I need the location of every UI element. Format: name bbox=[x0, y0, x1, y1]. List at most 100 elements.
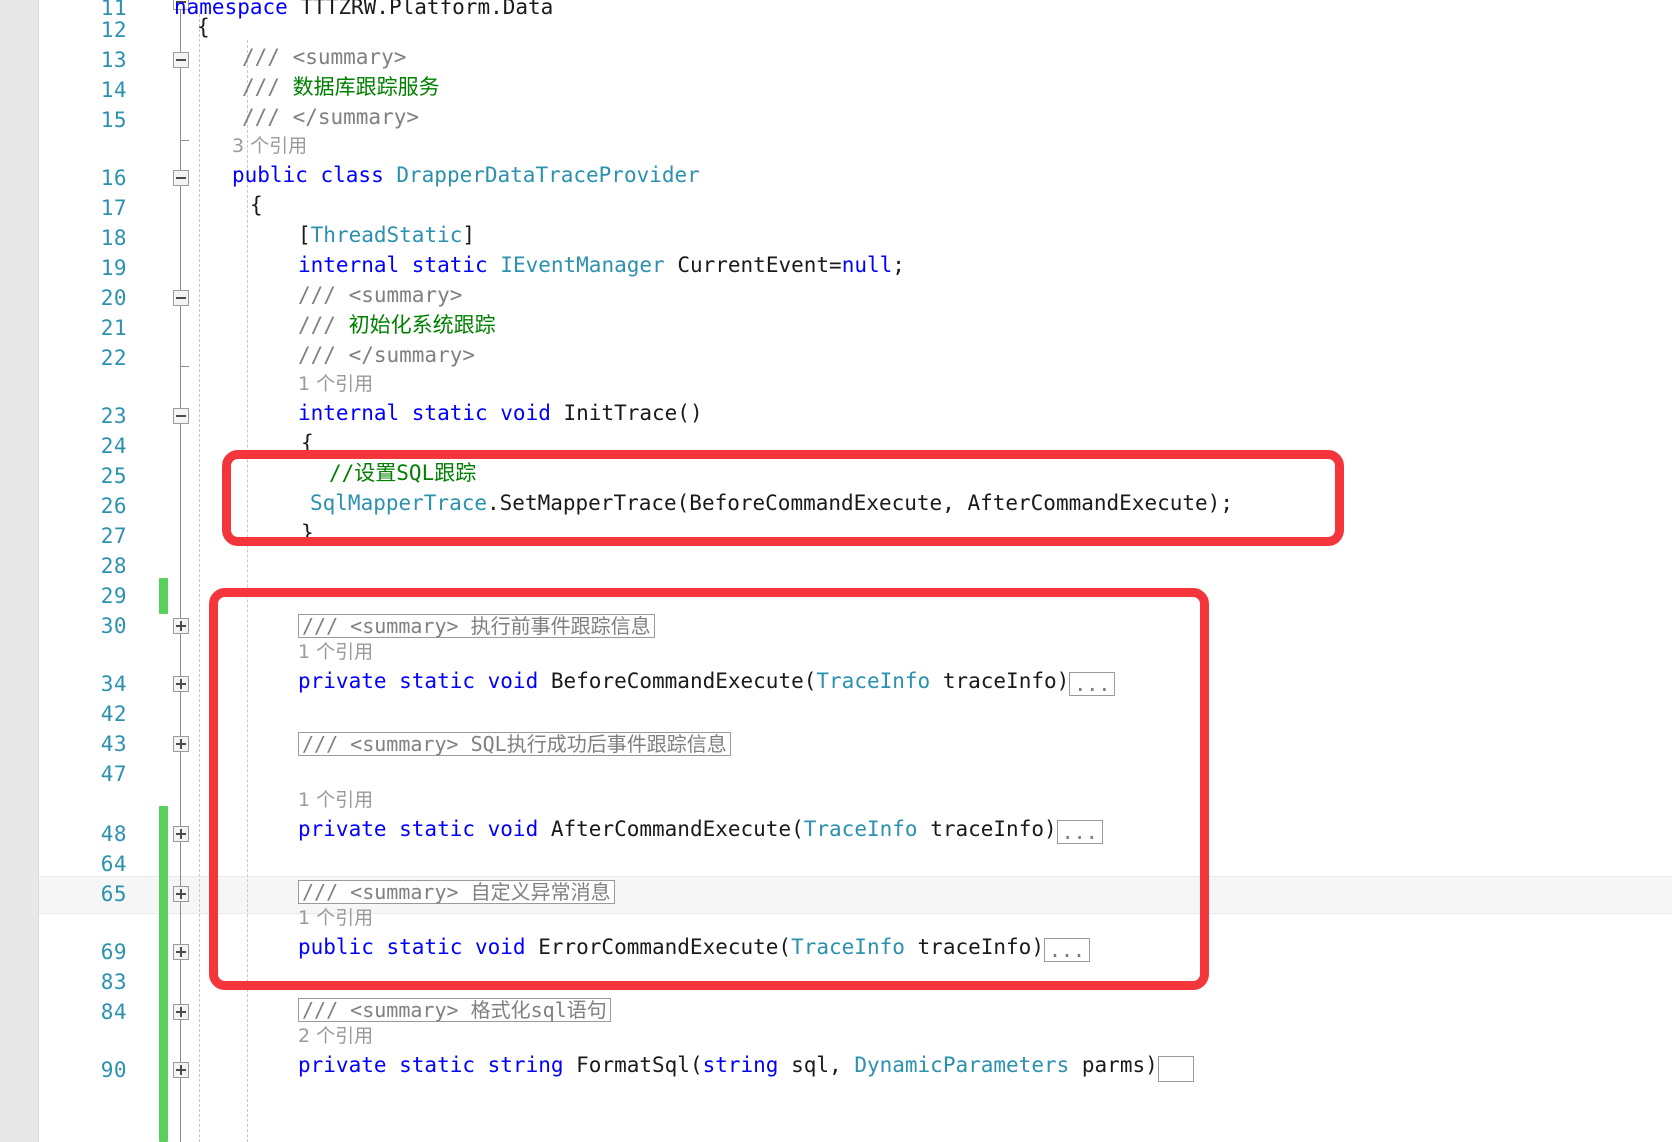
code-token: private static void bbox=[298, 817, 551, 841]
code-token: traceInfo) bbox=[904, 935, 1044, 959]
code-token: 初始化系统跟踪 bbox=[348, 313, 496, 337]
change-bar-line-29 bbox=[159, 578, 168, 614]
fold-toggle-line-84[interactable] bbox=[173, 1004, 189, 1020]
code-line-90[interactable]: private static string FormatSql(string s… bbox=[298, 1054, 1158, 1076]
code-line-18[interactable]: [ThreadStatic] bbox=[298, 224, 475, 246]
codelens-references-line-23[interactable]: 1 个引用 bbox=[298, 374, 373, 394]
code-token: TraceInfo bbox=[791, 935, 905, 959]
code-surface[interactable]: 11 12 13 14 15 16 17 18 19 20 21 22 23 24 25 26 27 28 29 30… bbox=[39, 0, 1672, 1142]
code-line-11[interactable]: namespace TTTZRW.Platform.Data bbox=[174, 0, 553, 18]
code-token: traceInfo) bbox=[917, 817, 1057, 841]
code-line-15[interactable]: /// </summary> bbox=[242, 106, 419, 128]
code-token: namespace bbox=[174, 0, 301, 19]
line-number-42: 42 bbox=[100, 702, 127, 726]
codelens-references-line-90[interactable]: 2 个引用 bbox=[298, 1026, 373, 1046]
code-editor-window: 11 12 13 14 15 16 17 18 19 20 21 22 23 24 25 26 27 28 29 30… bbox=[0, 0, 1672, 1142]
code-token: internal static bbox=[298, 253, 501, 277]
code-line-27[interactable]: } bbox=[301, 522, 314, 544]
code-line-13[interactable]: /// <summary> bbox=[242, 46, 406, 68]
line-number-48: 48 bbox=[100, 822, 127, 846]
code-line-12[interactable]: { bbox=[197, 16, 210, 38]
code-line-22[interactable]: /// </summary> bbox=[298, 344, 475, 366]
code-token: parms) bbox=[1069, 1053, 1158, 1077]
fold-toggle-line-16[interactable] bbox=[173, 170, 189, 186]
code-token: TraceInfo bbox=[816, 669, 931, 693]
outline-region-end-tick-1 bbox=[180, 140, 189, 141]
fold-toggle-line-90[interactable] bbox=[173, 1062, 189, 1078]
code-token: ; bbox=[892, 253, 905, 277]
line-number-19: 19 bbox=[100, 256, 127, 280]
code-line-16[interactable]: public class DrapperDataTraceProvider bbox=[232, 164, 700, 186]
code-token: /// <summary> bbox=[298, 283, 463, 307]
collapsed-summary-line-84[interactable]: /// <summary> 格式化sql语句 bbox=[298, 998, 611, 1022]
fold-toggle-line-30[interactable] bbox=[173, 618, 189, 634]
code-line-26[interactable]: SqlMapperTrace.SetMapperTrace(BeforeComm… bbox=[310, 492, 1233, 514]
codelens-references-line-34[interactable]: 1 个引用 bbox=[298, 642, 373, 662]
code-token: { bbox=[197, 15, 210, 39]
code-line-48[interactable]: private static void AfterCommandExecute(… bbox=[298, 818, 1057, 840]
code-token: DynamicParameters bbox=[854, 1053, 1070, 1077]
code-token: [ bbox=[298, 223, 311, 247]
line-number-34: 34 bbox=[100, 672, 127, 696]
code-token: /// </summary> bbox=[242, 105, 420, 129]
fold-toggle-line-23[interactable] bbox=[173, 408, 189, 424]
code-token: { bbox=[301, 431, 314, 455]
collapsed-body-ellipsis-line-90[interactable] bbox=[1157, 1056, 1194, 1082]
collapsed-summary-line-43[interactable]: /// <summary> SQL执行成功后事件跟踪信息 bbox=[298, 732, 731, 756]
code-token: DrapperDataTraceProvider bbox=[396, 163, 700, 187]
fold-toggle-line-34[interactable] bbox=[173, 676, 189, 692]
codelens-references-line-48[interactable]: 1 个引用 bbox=[298, 790, 373, 810]
code-line-23[interactable]: internal static void InitTrace() bbox=[298, 402, 703, 424]
code-token: internal static void bbox=[298, 401, 564, 425]
code-token: public static void bbox=[298, 935, 539, 959]
code-token: private static string bbox=[298, 1053, 577, 1077]
code-line-69[interactable]: public static void ErrorCommandExecute(T… bbox=[298, 936, 1044, 958]
code-token: BeforeCommandExecute( bbox=[550, 669, 817, 693]
code-token: /// bbox=[242, 75, 293, 99]
fold-toggle-line-69[interactable] bbox=[173, 944, 189, 960]
code-line-20[interactable]: /// <summary> bbox=[298, 284, 462, 306]
line-number-18: 18 bbox=[100, 226, 127, 250]
line-number-26: 26 bbox=[100, 494, 127, 518]
code-line-19[interactable]: internal static IEventManager CurrentEve… bbox=[298, 254, 905, 276]
code-line-17[interactable]: { bbox=[250, 194, 263, 216]
indent-guide-2 bbox=[247, 40, 248, 1142]
codelens-references-line-16[interactable]: 3 个引用 bbox=[232, 136, 307, 156]
code-line-25[interactable]: //设置SQL跟踪 bbox=[329, 462, 476, 484]
fold-toggle-line-13[interactable] bbox=[173, 52, 189, 68]
code-line-24[interactable]: { bbox=[301, 432, 314, 454]
fold-toggle-line-20[interactable] bbox=[173, 290, 189, 306]
line-number-22: 22 bbox=[100, 346, 127, 370]
fold-toggle-line-65[interactable] bbox=[173, 886, 189, 902]
line-number-90: 90 bbox=[100, 1058, 127, 1082]
collapsed-summary-line-30[interactable]: /// <summary> 执行前事件跟踪信息 bbox=[298, 614, 655, 638]
line-number-28: 28 bbox=[100, 554, 127, 578]
code-token: TTTZRW.Platform.Data bbox=[300, 0, 554, 19]
line-number-11: 11 bbox=[100, 0, 127, 20]
code-token: string bbox=[702, 1053, 779, 1077]
code-token: IEventManager bbox=[500, 253, 665, 277]
line-number-47: 47 bbox=[100, 762, 127, 786]
fold-toggle-line-43[interactable] bbox=[173, 736, 189, 752]
code-token: null bbox=[841, 253, 893, 277]
code-token: { bbox=[250, 193, 263, 217]
line-number-13: 13 bbox=[100, 48, 127, 72]
code-line-14[interactable]: /// 数据库跟踪服务 bbox=[242, 76, 440, 98]
code-token: /// bbox=[298, 313, 349, 337]
collapsed-body-ellipsis-line-48[interactable]: ... bbox=[1056, 820, 1103, 844]
line-number-64: 64 bbox=[100, 852, 127, 876]
collapsed-body-ellipsis-line-69[interactable]: ... bbox=[1043, 938, 1091, 962]
code-token: } bbox=[301, 521, 314, 545]
code-line-21[interactable]: /// 初始化系统跟踪 bbox=[298, 314, 496, 336]
collapsed-summary-line-65[interactable]: /// <summary> 自定义异常消息 bbox=[298, 880, 615, 904]
code-token: /// </summary> bbox=[298, 343, 476, 367]
codelens-references-line-69[interactable]: 1 个引用 bbox=[298, 908, 373, 928]
line-number-27: 27 bbox=[100, 524, 127, 548]
code-line-34[interactable]: private static void BeforeCommandExecute… bbox=[298, 670, 1069, 692]
outline-region-end-tick-2 bbox=[180, 366, 189, 367]
line-number-24: 24 bbox=[100, 434, 127, 458]
fold-toggle-line-48[interactable] bbox=[173, 826, 189, 842]
collapsed-body-ellipsis-line-34[interactable]: ... bbox=[1069, 672, 1116, 696]
line-number-12: 12 bbox=[100, 18, 127, 42]
code-token: public class bbox=[232, 163, 397, 187]
